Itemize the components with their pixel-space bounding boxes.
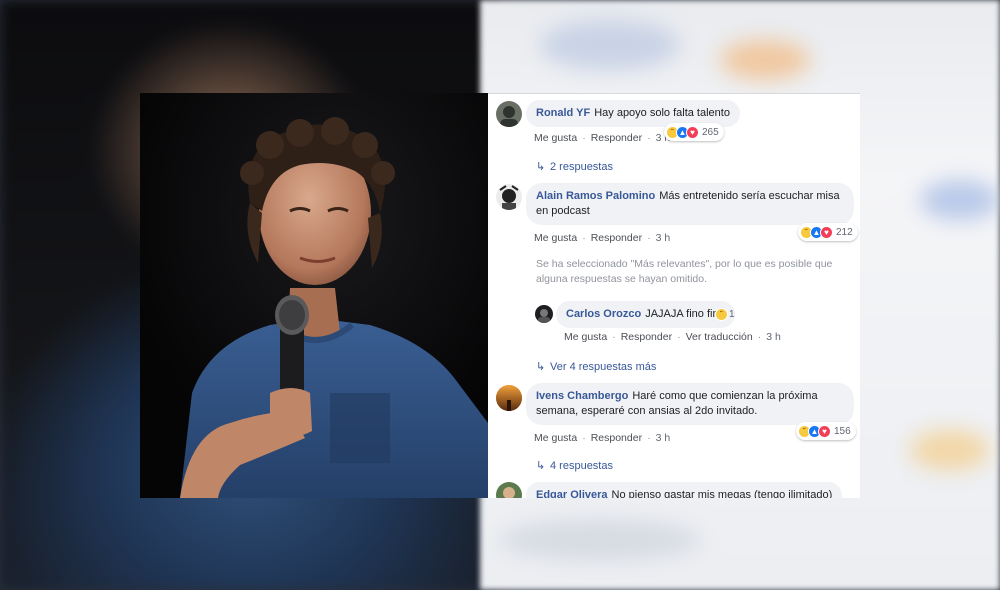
love-icon: ♥ (818, 424, 831, 438)
reply-author[interactable]: Carlos Orozco (566, 308, 641, 320)
reaction-summary[interactable]: ˘ ▲ ♥ 156 (796, 422, 856, 440)
reaction-count: 156 (834, 425, 851, 437)
comment-author[interactable]: Ivens Chambergo (536, 390, 628, 402)
love-icon: ♥ (820, 225, 833, 239)
comedian-illustration (140, 93, 488, 498)
avatar[interactable] (496, 184, 522, 210)
love-icon: ♥ (686, 125, 699, 139)
more-replies-label: Ver 4 respuestas más (550, 361, 657, 373)
reaction-count: 265 (702, 126, 719, 138)
reaction-count: 1 (729, 308, 735, 320)
replies-label: 2 respuestas (550, 161, 613, 173)
comment-actions: Me gusta · Responder · 3 h (534, 232, 671, 244)
view-replies-link[interactable]: ↳ 4 respuestas (536, 459, 613, 472)
like-link[interactable]: Me gusta (534, 232, 577, 244)
relevance-notice: Se ha seleccionado "Más relevantes", por… (536, 258, 833, 285)
reply-time[interactable]: 3 h (766, 331, 781, 343)
like-link[interactable]: Me gusta (564, 331, 607, 343)
reply-actions: Me gusta · Responder · Ver traducción · 3 h (564, 331, 781, 343)
comments-panel: Ronald YF Hay apoyo solo falta talento Me… (488, 93, 860, 498)
comment-bubble: Alain Ramos Palomino Más entretenido serí… (526, 183, 854, 225)
avatar[interactable] (535, 305, 553, 323)
translate-link[interactable]: Ver traducción (686, 331, 753, 343)
comment-time[interactable]: 3 h (656, 232, 671, 244)
comment-bubble: Edgar Olivera No pienso gastar mis megas … (526, 482, 843, 498)
reply-link[interactable]: Responder (621, 331, 672, 343)
reply-link[interactable]: Responder (591, 232, 642, 244)
comment-bubble: Ivens Chambergo Haré como que comienzan l… (526, 383, 854, 425)
reaction-count: 212 (836, 226, 853, 238)
avatar[interactable] (496, 101, 522, 127)
comment-text: Hay apoyo solo falta talento (594, 107, 730, 119)
comment-actions: Me gusta · Responder · 3 h (534, 432, 671, 444)
haha-icon: ˘ (715, 307, 728, 321)
comment-author[interactable]: Ronald YF (536, 107, 590, 119)
view-replies-link[interactable]: ↳ 2 respuestas (536, 160, 613, 173)
like-link[interactable]: Me gusta (534, 432, 577, 444)
view-more-replies-link[interactable]: ↳ Ver 4 respuestas más (536, 360, 656, 373)
replies-label: 4 respuestas (550, 460, 613, 472)
reply-link[interactable]: Responder (591, 132, 642, 144)
like-link[interactable]: Me gusta (534, 132, 577, 144)
comment-author[interactable]: Alain Ramos Palomino (536, 190, 655, 202)
avatar[interactable] (496, 482, 522, 498)
reply-bubble: Carlos Orozco JAJAJA fino fino (556, 301, 735, 328)
reply-arrow-icon: ↳ (536, 460, 546, 472)
reaction-summary[interactable]: ˘ ▲ ♥ 265 (664, 123, 724, 141)
comment-author[interactable]: Edgar Olivera (536, 489, 608, 498)
reaction-summary[interactable]: ˘ ▲ ♥ 212 (798, 223, 858, 241)
comment-text: No pienso gastar mis megas (tengo ilimit… (611, 489, 833, 498)
comedian-photo (140, 93, 488, 498)
reply-arrow-icon: ↳ (536, 361, 546, 373)
reply-link[interactable]: Responder (591, 432, 642, 444)
reply-arrow-icon: ↳ (536, 161, 546, 173)
avatar[interactable] (496, 385, 522, 411)
reaction-summary[interactable]: ˘ 1 (713, 305, 740, 323)
comment-actions: Me gusta · Responder · 3 h (534, 132, 671, 144)
comment-time[interactable]: 3 h (656, 432, 671, 444)
